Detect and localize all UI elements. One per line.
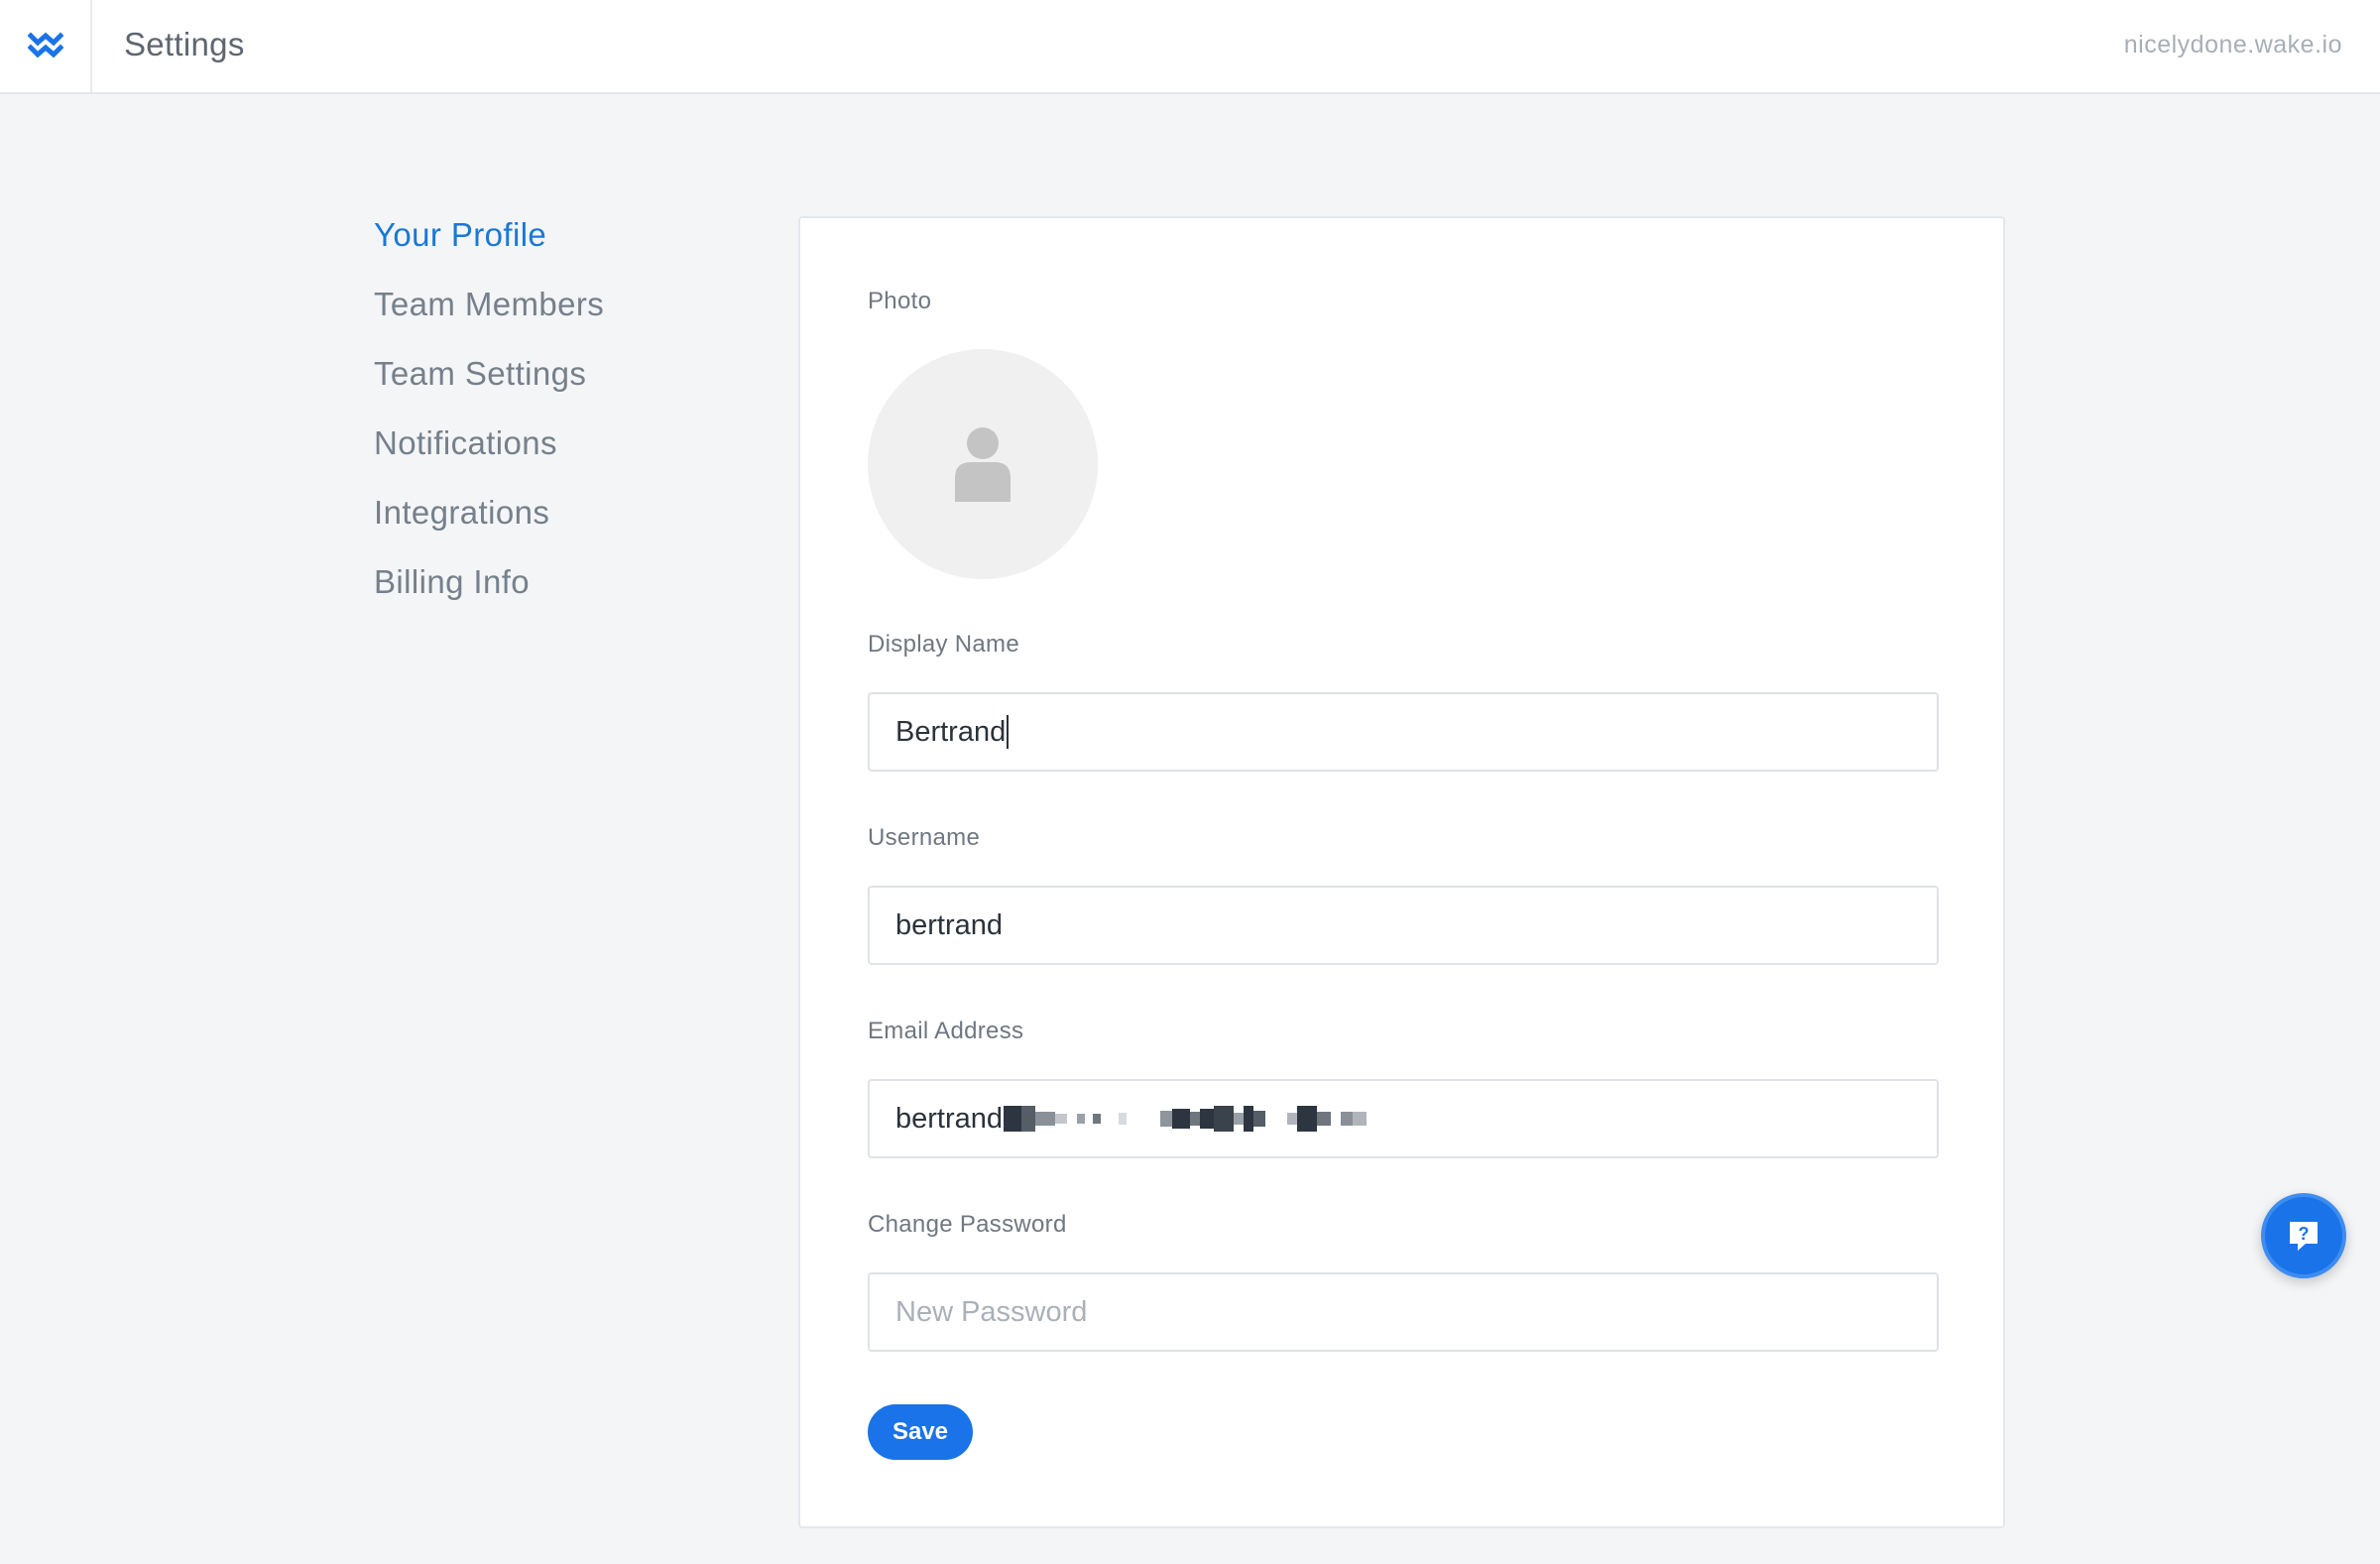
workspace-domain: nicelydone.wake.io (2123, 31, 2342, 59)
username-value: bertrand (895, 908, 1004, 941)
user-placeholder-icon (955, 427, 1011, 502)
email-value: bertrand (895, 1102, 1004, 1135)
username-label: Username (868, 824, 981, 851)
page-title: Settings (124, 26, 245, 62)
sidebar-item-billing-info[interactable]: Billing Info (374, 559, 604, 629)
email-label: Email Address (868, 1018, 1024, 1044)
sidebar-item-your-profile[interactable]: Your Profile (374, 212, 604, 282)
top-bar: Settings nicelydone.wake.io (0, 0, 2380, 94)
help-chat-icon: ? (2290, 1222, 2318, 1251)
settings-sidebar: Your Profile Team Members Team Settings … (374, 212, 604, 629)
display-name-value: Bertrand (895, 715, 1007, 748)
change-password-label: Change Password (868, 1211, 1067, 1238)
sidebar-item-team-members[interactable]: Team Members (374, 282, 604, 351)
svg-text:?: ? (2299, 1224, 2310, 1244)
sidebar-item-integrations[interactable]: Integrations (374, 490, 604, 559)
sidebar-item-team-settings[interactable]: Team Settings (374, 351, 604, 421)
save-button[interactable]: Save (868, 1404, 973, 1460)
display-name-field[interactable]: Bertrand (868, 692, 1939, 772)
photo-label: Photo (868, 288, 932, 314)
new-password-placeholder: New Password (895, 1295, 1088, 1328)
redacted-email-pixels (1004, 1104, 1368, 1134)
logo-link[interactable] (0, 0, 92, 92)
avatar[interactable] (868, 349, 1098, 579)
sidebar-item-notifications[interactable]: Notifications (374, 421, 604, 490)
wake-logo-icon (27, 31, 63, 58)
username-field[interactable]: bertrand (868, 886, 1939, 965)
help-chat-button[interactable]: ? (2261, 1193, 2346, 1278)
text-cursor (1007, 715, 1010, 749)
profile-card: Photo Display Name Bertrand Username ber… (798, 216, 2005, 1528)
new-password-field[interactable]: New Password (868, 1272, 1939, 1352)
email-field[interactable]: bertrand (868, 1079, 1939, 1158)
display-name-label: Display Name (868, 631, 1019, 658)
